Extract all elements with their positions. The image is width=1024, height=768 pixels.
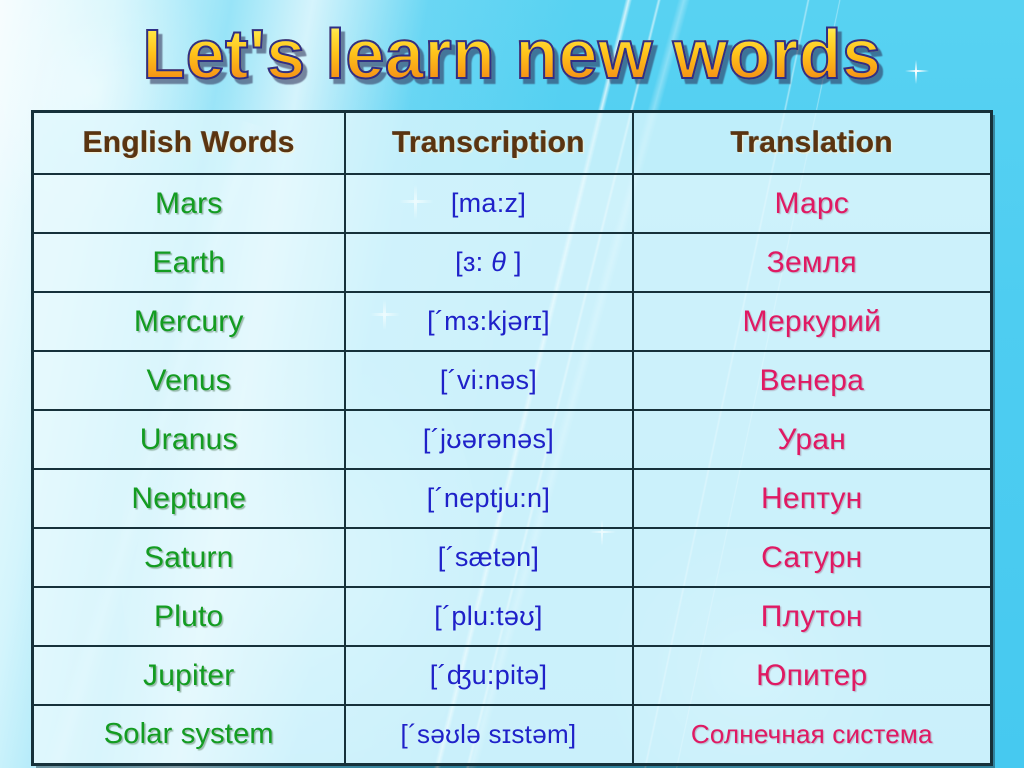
cell-english-word: Mercury: [31, 291, 346, 352]
vocabulary-table: English Words Transcription Translation …: [31, 110, 993, 766]
table-header-row: English Words Transcription Translation: [31, 110, 993, 175]
cell-transcription: [´vi:nəs]: [343, 350, 634, 411]
table-row: Saturn [´sætən] Сатурн: [31, 527, 993, 588]
transcription-text: [ɜ: θ ]: [455, 247, 522, 277]
cell-translation: Сатурн: [631, 527, 993, 588]
translation-text: Юпитер: [756, 658, 868, 692]
transcription-text: [´vi:nəs]: [439, 365, 538, 395]
translation-text: Меркурий: [742, 304, 882, 338]
cell-english-word: Pluto: [31, 586, 346, 647]
cell-translation: Земля: [631, 232, 993, 293]
transcription-text: [´ʤu:pitə]: [429, 660, 548, 690]
column-header-transcription: Transcription: [343, 110, 634, 175]
transcription-text: [´jʊərənəs]: [422, 424, 555, 454]
english-word-text: Mercury: [133, 304, 244, 338]
cell-translation: Уран: [631, 409, 993, 470]
cell-english-word: Neptune: [31, 468, 346, 529]
translation-text: Плутон: [760, 599, 863, 633]
transcription-text: [´plu:təʊ]: [434, 601, 543, 631]
table-row: Solar system [´səʊlə sɪstəm] Солнечная сис…: [31, 704, 993, 766]
transcription-text: [´sætən]: [437, 542, 540, 572]
slide-title-container: Let's learn new words: [0, 8, 1024, 100]
cell-transcription: [´səʊlə sɪstəm]: [343, 704, 634, 766]
cell-transcription: [ɜ: θ ]: [343, 232, 634, 293]
translation-text: Венера: [759, 363, 864, 397]
cell-english-word: Uranus: [31, 409, 346, 470]
english-word-text: Venus: [146, 363, 231, 397]
english-word-text: Jupiter: [143, 658, 235, 692]
cell-english-word: Venus: [31, 350, 346, 411]
english-word-text: Pluto: [154, 599, 224, 633]
english-word-text: Neptune: [131, 481, 247, 515]
table-row: Uranus [´jʊərənəs] Уран: [31, 409, 993, 470]
cell-translation: Марс: [631, 173, 993, 234]
translation-text: Нептун: [761, 481, 863, 515]
english-word-text: Mars: [155, 186, 223, 220]
translation-text: Сатурн: [761, 540, 863, 574]
column-header-translation: Translation: [631, 110, 993, 175]
column-header-english-label: English Words: [82, 126, 295, 159]
column-header-english: English Words: [31, 110, 346, 175]
cell-transcription: [ma:z]: [343, 173, 634, 234]
vocabulary-table-container: English Words Transcription Translation …: [31, 110, 993, 766]
table-row: Mercury [´mɜ:kjərɪ] Меркурий: [31, 291, 993, 352]
cell-transcription: [´mɜ:kjərɪ]: [343, 291, 634, 352]
english-word-text: Saturn: [143, 540, 234, 574]
cell-english-word: Mars: [31, 173, 346, 234]
cell-translation: Солнечная система: [631, 704, 993, 766]
english-word-text: Earth: [152, 245, 226, 279]
cell-english-word: Earth: [31, 232, 346, 293]
vocabulary-table-body: Mars [ma:z] Марс Earth [ɜ: θ ] Земля Mercury [´…: [31, 173, 993, 766]
table-row: Pluto [´plu:təʊ] Плутон: [31, 586, 993, 647]
cell-transcription: [´sætən]: [343, 527, 634, 588]
translation-text: Земля: [766, 245, 857, 279]
cell-transcription: [´jʊərənəs]: [343, 409, 634, 470]
table-row: Jupiter [´ʤu:pitə] Юпитер: [31, 645, 993, 706]
table-row: Mars [ma:z] Марс: [31, 173, 993, 234]
transcription-text: [ma:z]: [450, 188, 527, 218]
table-row: Venus [´vi:nəs] Венера: [31, 350, 993, 411]
cell-translation: Венера: [631, 350, 993, 411]
cell-translation: Юпитер: [631, 645, 993, 706]
cell-english-word: Solar system: [31, 704, 346, 766]
translation-text: Марс: [774, 186, 849, 220]
translation-text: Солнечная система: [690, 719, 933, 749]
table-row: Neptune [´neptju:n] Нептун: [31, 468, 993, 529]
column-header-translation-label: Translation: [730, 126, 893, 159]
english-word-text: Uranus: [139, 422, 238, 456]
cell-translation: Нептун: [631, 468, 993, 529]
translation-text: Уран: [777, 422, 846, 456]
cell-translation: Плутон: [631, 586, 993, 647]
cell-transcription: [´plu:təʊ]: [343, 586, 634, 647]
cell-translation: Меркурий: [631, 291, 993, 352]
transcription-text: [´səʊlə sɪstəm]: [400, 719, 577, 749]
cell-transcription: [´neptju:n]: [343, 468, 634, 529]
transcription-text: [´neptju:n]: [426, 483, 551, 513]
page-title: Let's learn new words: [141, 14, 882, 94]
transcription-text: [´mɜ:kjərɪ]: [427, 306, 550, 336]
cell-transcription: [´ʤu:pitə]: [343, 645, 634, 706]
cell-english-word: Jupiter: [31, 645, 346, 706]
table-row: Earth [ɜ: θ ] Земля: [31, 232, 993, 293]
cell-english-word: Saturn: [31, 527, 346, 588]
english-word-text: Solar system: [103, 718, 274, 750]
column-header-transcription-label: Transcription: [392, 126, 585, 159]
